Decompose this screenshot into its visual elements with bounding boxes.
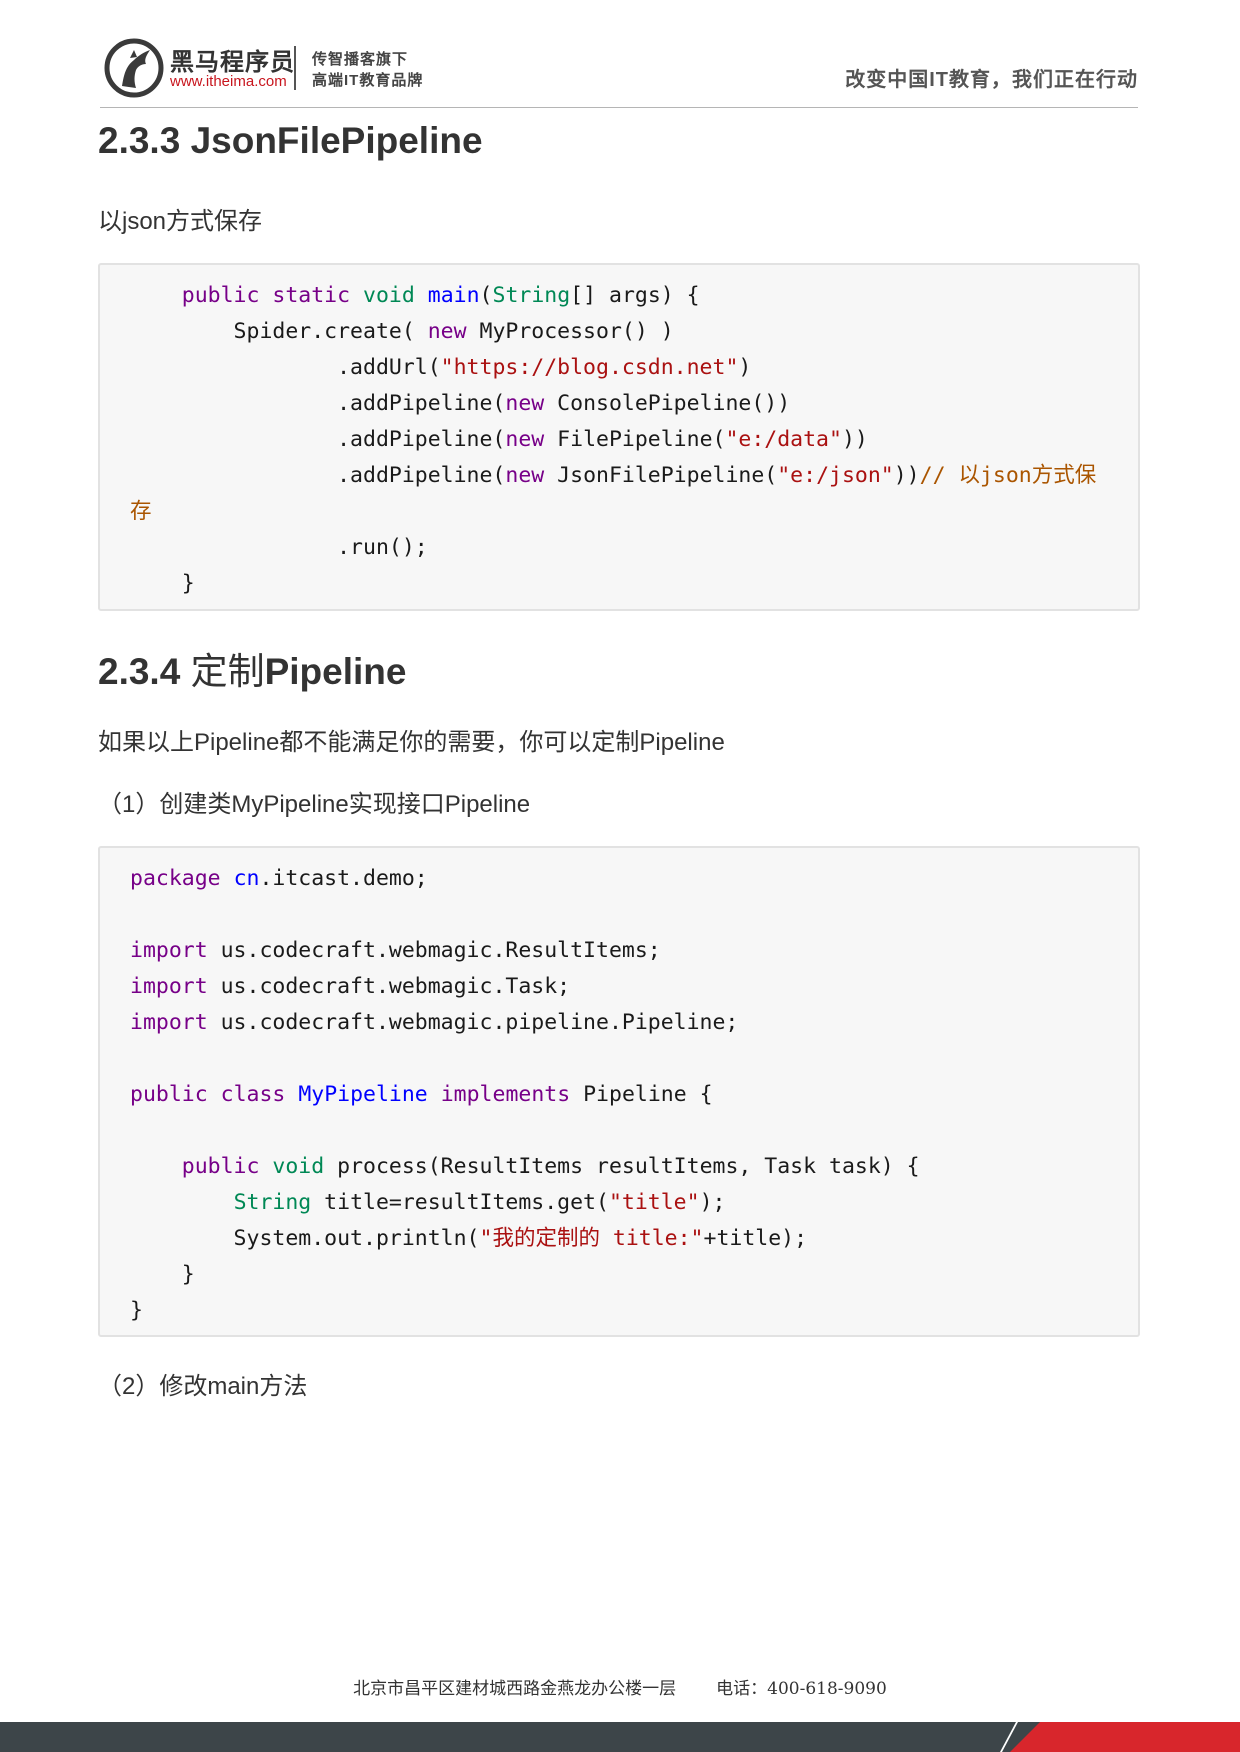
code-line: Spider.create( new MyProcessor() ) (130, 319, 674, 344)
code-block-pipeline: package cn.itcast.demo; import us.codecr… (98, 846, 1140, 1337)
code-pipeline: package cn.itcast.demo; import us.codecr… (100, 861, 1138, 1329)
code-line: import us.codecraft.webmagic.ResultItems… (130, 938, 661, 963)
footer-contact: 北京市昌平区建材城西路金燕龙办公楼一层 电话：400-618-9090 (0, 1674, 1240, 1699)
header-motto: 改变中国IT教育，我们正在行动 (845, 69, 1138, 91)
code-line: 存 (130, 499, 152, 524)
code-line: .addUrl("https://blog.csdn.net") (130, 355, 752, 380)
footer-phone: 电话：400-618-9090 (716, 1679, 887, 1699)
code-line: import us.codecraft.webmagic.pipeline.Pi… (130, 1010, 739, 1035)
step-2-text: （2）修改main方法 (98, 1373, 308, 1400)
code-line: public void process(ResultItems resultIt… (181, 1154, 920, 1179)
code-line: .run(); (130, 535, 428, 560)
code-line: } (130, 1298, 143, 1323)
horse-logo-icon (104, 38, 164, 98)
section-title: JsonFilePipeline (190, 120, 483, 161)
section-description: 如果以上Pipeline都不能满足你的需要，你可以定制Pipeline (98, 729, 725, 756)
brand-slogan-line2: 高端IT教育品牌 (312, 72, 424, 89)
code-block-main: public static void main(String[] args) {… (98, 263, 1140, 611)
section-number: 2.3.4 (98, 651, 181, 692)
header-divider (100, 107, 1138, 108)
code-line: String title=resultItems.get("title"); (233, 1190, 726, 1215)
footer-address: 北京市昌平区建材城西路金燕龙办公楼一层 (353, 1679, 677, 1699)
code-line: .addPipeline(new FilePipeline("e:/data")… (130, 427, 868, 452)
section-heading-2-3-4: 2.3.4 定制Pipeline (98, 641, 406, 695)
page-header: 黑马程序员 www.itheima.com 传智播客旗下 高端IT教育品牌 改变… (100, 34, 1140, 106)
brand-slogan-line1: 传智播客旗下 (312, 51, 409, 68)
code-line: package cn.itcast.demo; (130, 866, 428, 891)
section-description: 以json方式保存 (98, 208, 263, 235)
code-line: public class MyPipeline implements Pipel… (130, 1082, 713, 1107)
code-line: } (130, 571, 195, 596)
code-line: import us.codecraft.webmagic.Task; (130, 974, 571, 999)
section-heading-2-3-3: 2.3.3 JsonFilePipeline (98, 120, 483, 162)
brand-url: www.itheima.com (170, 73, 287, 90)
code-line: public static void main(String[] args) { (181, 283, 700, 308)
section-title-suffix: Pipeline (264, 651, 407, 692)
code-main: public static void main(String[] args) {… (100, 278, 1138, 602)
footer-accent (1010, 1722, 1240, 1752)
brand-divider (294, 46, 296, 90)
section-title-prefix: 定制 (190, 651, 265, 692)
code-line: .addPipeline(new JsonFilePipeline("e:/js… (130, 463, 1097, 488)
code-line: .addPipeline(new ConsolePipeline()) (130, 391, 791, 416)
section-number: 2.3.3 (98, 120, 181, 161)
step-1-text: （1）创建类MyPipeline实现接口Pipeline (98, 791, 531, 818)
brand-name: 黑马程序员 (170, 49, 295, 76)
code-line: System.out.println("我的定制的 title:"+title)… (130, 1226, 808, 1251)
code-line: } (130, 1262, 195, 1287)
